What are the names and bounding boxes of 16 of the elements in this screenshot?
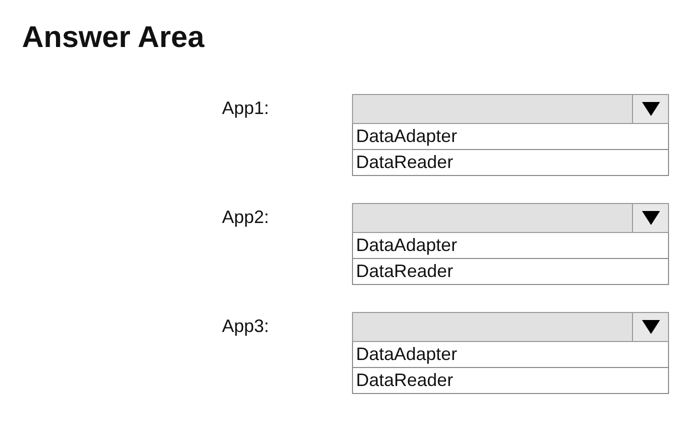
question-label: App2:	[222, 206, 270, 228]
question-label: App1:	[222, 97, 270, 119]
question-label: App3:	[222, 315, 270, 337]
caret-icon	[640, 210, 660, 226]
dropdown-option[interactable]: DataReader	[352, 150, 669, 176]
answer-area-title: Answer Area	[22, 20, 206, 56]
dropdown-arrow-button[interactable]	[632, 95, 668, 123]
dropdown-option[interactable]: DataReader	[352, 368, 669, 394]
dropdown-option[interactable]: DataAdapter	[352, 124, 669, 150]
caret-icon	[640, 319, 660, 335]
dropdown-option[interactable]: DataReader	[352, 259, 669, 285]
caret-icon	[640, 101, 660, 117]
dropdown-arrow-button[interactable]	[632, 313, 668, 341]
dropdown-arrow-button[interactable]	[632, 204, 668, 232]
dropdown-option[interactable]: DataAdapter	[352, 233, 669, 259]
dropdown-option[interactable]: DataAdapter	[352, 342, 669, 368]
